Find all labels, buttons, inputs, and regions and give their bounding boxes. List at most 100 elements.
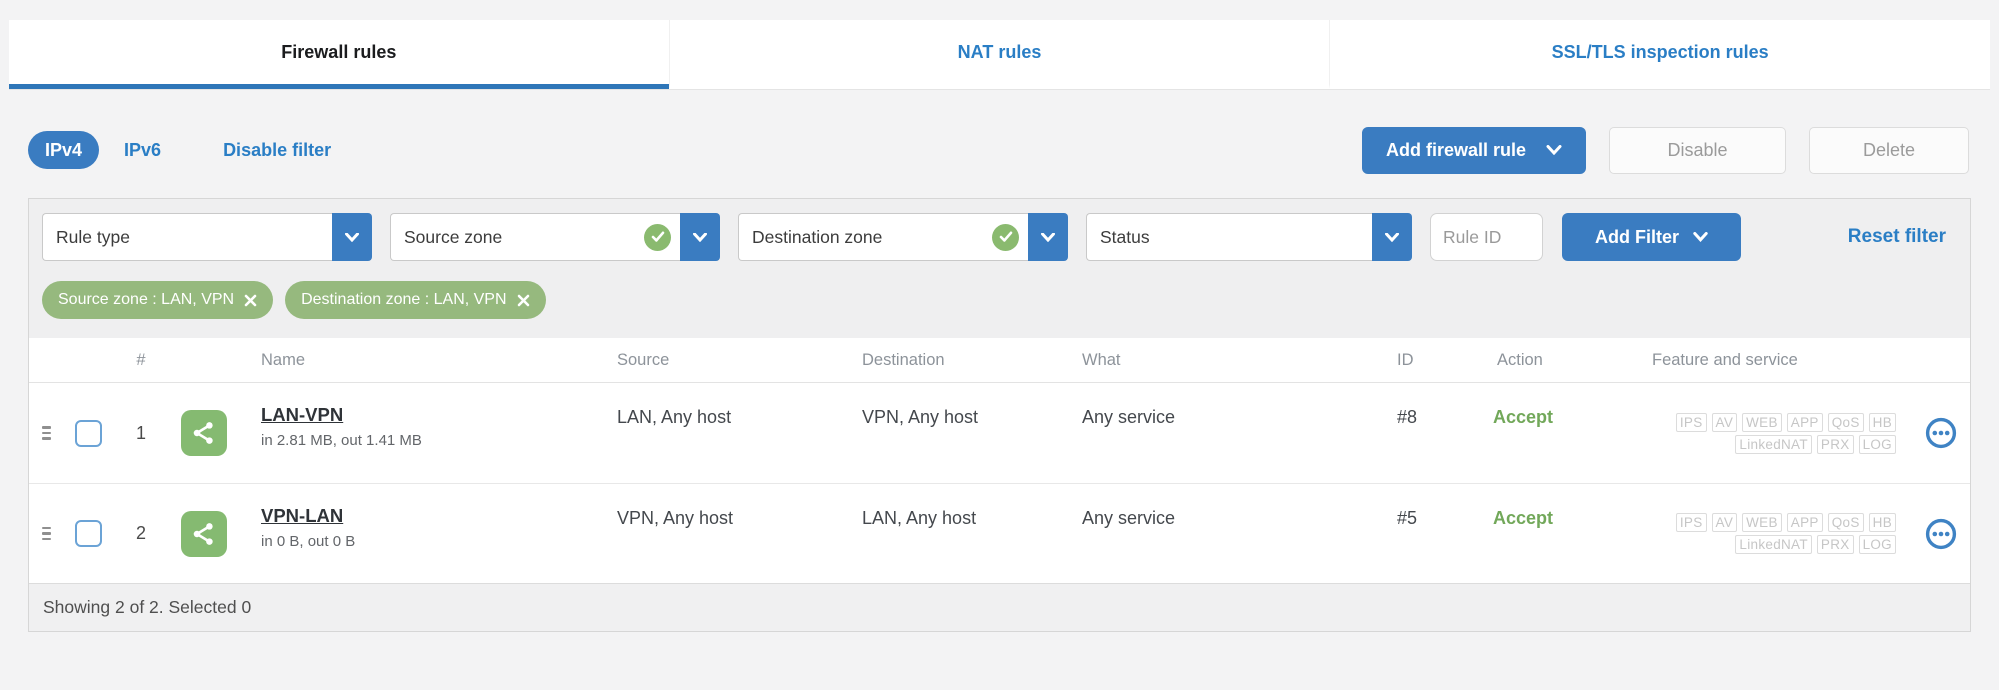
dropdown-label: Destination zone bbox=[752, 226, 883, 247]
delete-button[interactable]: Delete bbox=[1809, 126, 1969, 174]
toolbar: IPv4 IPv6 Disable filter Add firewall ru… bbox=[28, 126, 1969, 174]
ipv4-toggle[interactable]: IPv4 bbox=[28, 131, 100, 169]
chevron-down-icon bbox=[1041, 232, 1055, 242]
add-filter-label: Add Filter bbox=[1595, 226, 1679, 247]
dropdown-open-button[interactable] bbox=[1372, 213, 1412, 261]
dropdown-open-button[interactable] bbox=[1028, 213, 1068, 261]
dropdown-label: Source zone bbox=[404, 226, 503, 247]
header-action: Action bbox=[1497, 350, 1543, 369]
row-count-status: Showing 2 of 2. Selected 0 bbox=[43, 597, 252, 617]
firewall-rules-page: Firewall rules NAT rules SSL/TLS inspect… bbox=[0, 20, 1999, 690]
header-feature-and-service: Feature and service bbox=[1652, 350, 1798, 369]
table-row: 1 LAN-VPN in 2.81 MB, out 1.41 MB LAN, A… bbox=[29, 383, 1970, 483]
status-filter-dropdown[interactable]: Status bbox=[1086, 213, 1412, 261]
dropdown-label: Rule type bbox=[56, 226, 130, 247]
destination-cell: LAN, Any host bbox=[862, 508, 977, 528]
feature-badge: QoS bbox=[1827, 513, 1864, 532]
header-destination: Destination bbox=[862, 350, 945, 369]
header-number: # bbox=[136, 350, 146, 369]
what-cell: Any service bbox=[1082, 508, 1176, 528]
rule-type-tabs: Firewall rules NAT rules SSL/TLS inspect… bbox=[9, 20, 1990, 90]
row-number: 2 bbox=[135, 523, 146, 543]
rule-traffic-stats: in 0 B, out 0 B bbox=[261, 533, 356, 550]
reset-filter-link[interactable]: Reset filter bbox=[1848, 226, 1946, 248]
chevron-down-icon bbox=[1546, 145, 1562, 155]
row-menu-button[interactable] bbox=[1924, 517, 1958, 551]
table-header-row: # Name Source Destination What ID Action… bbox=[29, 338, 1970, 383]
feature-badge: PRX bbox=[1816, 434, 1854, 454]
feature-badge: APP bbox=[1786, 513, 1823, 532]
traffic-share-icon bbox=[181, 510, 227, 557]
tab-firewall-rules[interactable]: Firewall rules bbox=[9, 20, 669, 89]
rule-name-cell: VPN-LAN in 0 B, out 0 B bbox=[239, 484, 609, 550]
header-name: Name bbox=[261, 350, 306, 369]
drag-handle-icon bbox=[38, 420, 55, 446]
feature-badge: IPS bbox=[1675, 412, 1707, 432]
feature-badge: WEB bbox=[1742, 412, 1782, 432]
ipv6-toggle[interactable]: IPv6 bbox=[124, 140, 161, 161]
feature-badges: IPS AV WEB APP QoS HB LinkedNAT PRX LOG bbox=[1644, 412, 1896, 454]
row-select-cell bbox=[63, 419, 113, 447]
chevron-down-icon bbox=[693, 232, 707, 242]
feature-badge: LinkedNAT bbox=[1735, 434, 1812, 454]
source-cell: VPN, Any host bbox=[617, 508, 734, 528]
ellipsis-menu-icon bbox=[1924, 416, 1958, 450]
drag-handle[interactable] bbox=[29, 420, 63, 446]
table-row: 2 VPN-LAN in 0 B, out 0 B VPN, Any host … bbox=[29, 483, 1970, 583]
tab-label: Firewall rules bbox=[281, 41, 397, 62]
row-menu-button[interactable] bbox=[1924, 416, 1958, 450]
close-icon[interactable] bbox=[244, 294, 257, 307]
tab-ssl-tls-inspection-rules[interactable]: SSL/TLS inspection rules bbox=[1329, 20, 1990, 89]
destination-zone-filter-chip[interactable]: Destination zone : LAN, VPN bbox=[285, 281, 546, 319]
rule-name-link[interactable]: VPN-LAN bbox=[261, 505, 343, 527]
disable-filter-link[interactable]: Disable filter bbox=[223, 140, 331, 161]
feature-badge: AV bbox=[1711, 412, 1738, 432]
feature-and-service-cell: IPS AV WEB APP QoS HB LinkedNAT PRX LOG bbox=[1644, 412, 1970, 454]
rule-icon-cell bbox=[169, 510, 239, 557]
feature-badge: AV bbox=[1711, 513, 1738, 532]
chevron-down-icon bbox=[1693, 232, 1708, 242]
ellipsis-menu-icon bbox=[1924, 517, 1958, 551]
add-firewall-rule-label: Add firewall rule bbox=[1385, 139, 1526, 160]
rule-id-cell: #8 bbox=[1397, 407, 1418, 427]
what-cell: Any service bbox=[1082, 407, 1176, 427]
rule-type-filter-dropdown[interactable]: Rule type bbox=[42, 213, 372, 261]
header-source: Source bbox=[617, 350, 670, 369]
destination-zone-filter-dropdown[interactable]: Destination zone bbox=[738, 213, 1068, 261]
source-zone-filter-chip[interactable]: Source zone : LAN, VPN bbox=[42, 281, 274, 319]
filter-bar: Rule type Source zone Destination zone S… bbox=[29, 199, 1970, 338]
tab-nat-rules[interactable]: NAT rules bbox=[668, 20, 1330, 89]
dropdown-value: Destination zone bbox=[738, 213, 1028, 261]
feature-badge: HB bbox=[1868, 513, 1896, 532]
rule-id-input[interactable] bbox=[1430, 213, 1543, 261]
row-number: 1 bbox=[135, 422, 146, 443]
disable-button[interactable]: Disable bbox=[1609, 126, 1786, 174]
rule-name-link[interactable]: LAN-VPN bbox=[261, 404, 343, 426]
feature-badge: LOG bbox=[1858, 434, 1896, 454]
feature-badge: WEB bbox=[1742, 513, 1782, 532]
add-firewall-rule-button[interactable]: Add firewall rule bbox=[1361, 126, 1586, 174]
row-checkbox[interactable] bbox=[74, 520, 102, 547]
chip-label: Source zone : LAN, VPN bbox=[58, 291, 235, 308]
chevron-down-icon bbox=[345, 232, 359, 242]
dropdown-open-button[interactable] bbox=[332, 213, 372, 261]
row-checkbox[interactable] bbox=[74, 419, 102, 447]
header-what: What bbox=[1082, 350, 1121, 369]
drag-handle[interactable] bbox=[29, 521, 63, 547]
feature-badge: LOG bbox=[1858, 535, 1896, 554]
filter-applied-check-icon bbox=[644, 223, 671, 251]
feature-badge: LinkedNAT bbox=[1735, 535, 1812, 554]
tab-label: SSL/TLS inspection rules bbox=[1551, 41, 1769, 62]
dropdown-open-button[interactable] bbox=[680, 213, 720, 261]
feature-badges: IPS AV WEB APP QoS HB LinkedNAT PRX LOG bbox=[1644, 513, 1896, 554]
firewall-rules-panel: Rule type Source zone Destination zone S… bbox=[28, 198, 1971, 632]
source-zone-filter-dropdown[interactable]: Source zone bbox=[390, 213, 720, 261]
filter-applied-check-icon bbox=[992, 223, 1019, 251]
rule-traffic-stats: in 2.81 MB, out 1.41 MB bbox=[261, 432, 422, 449]
traffic-share-icon bbox=[181, 410, 227, 456]
add-filter-button[interactable]: Add Filter bbox=[1562, 213, 1741, 261]
close-icon[interactable] bbox=[517, 294, 530, 307]
action-cell: Accept bbox=[1493, 508, 1554, 528]
dropdown-value: Source zone bbox=[390, 213, 680, 261]
feature-badge: HB bbox=[1868, 412, 1896, 432]
